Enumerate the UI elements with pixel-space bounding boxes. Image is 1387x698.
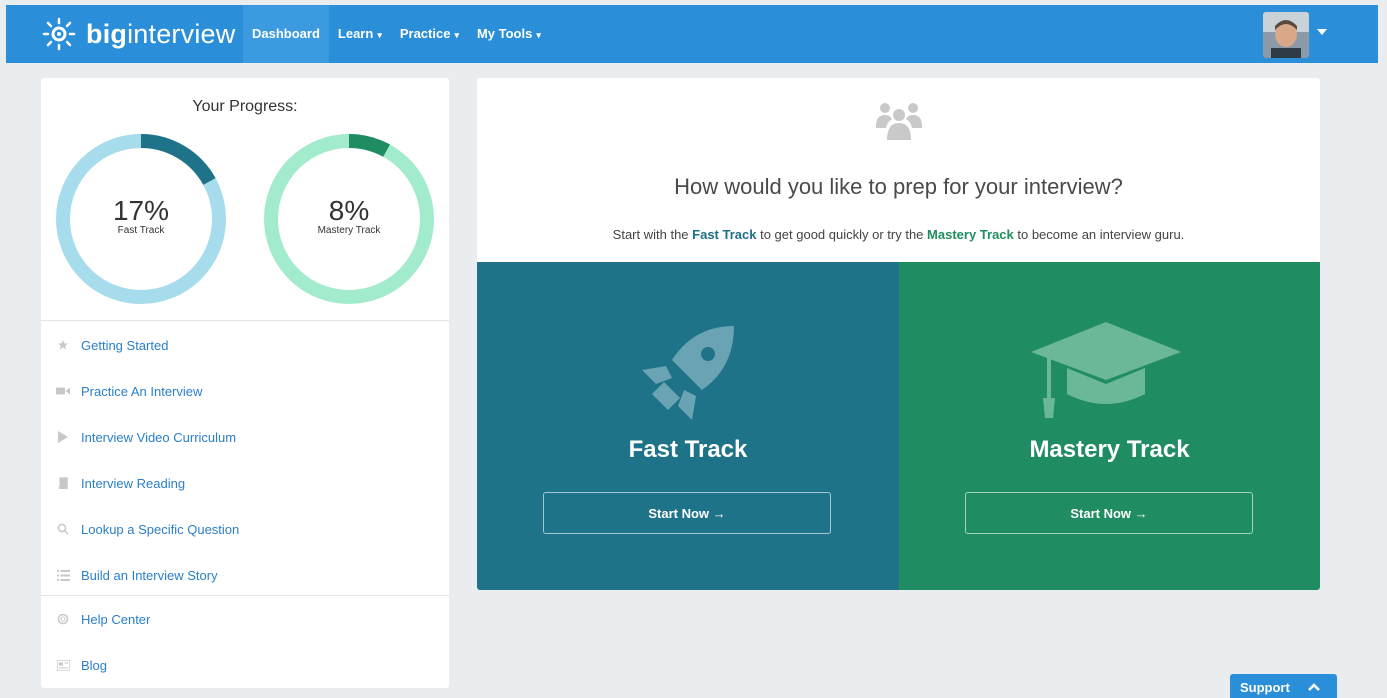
menu-item-build-story[interactable]: Build an Interview Story [41,552,449,598]
play-icon [41,431,81,443]
sun-logo-icon [40,17,78,51]
prep-subheadline: Start with the Fast Track to get good qu… [612,227,1185,242]
menu-item-getting-started[interactable]: Getting Started [41,322,449,368]
newspaper-icon [41,659,81,671]
menu-item-interview-reading[interactable]: Interview Reading [41,460,449,506]
mastery-track-progress-ring[interactable]: 8% Mastery Track [263,133,435,305]
caret-down-icon: ▾ [454,30,459,40]
menu-item-help-center[interactable]: Help Center [41,596,449,642]
rocket-icon [634,320,742,433]
menu-item-practice-interview[interactable]: Practice An Interview [41,368,449,414]
prep-panel: How would you like to prep for your inte… [477,78,1320,590]
star-icon [41,339,81,351]
support-label: Support [1240,680,1290,695]
caret-down-icon: ▾ [536,30,541,40]
biginterview-logo[interactable]: biginterview [40,17,235,51]
menu-item-blog[interactable]: Blog [41,642,449,688]
chevron-up-icon [1307,680,1320,695]
divider [41,320,449,321]
lifebuoy-icon [41,613,81,625]
book-icon [41,477,81,489]
caret-down-icon: ▾ [377,30,382,40]
menu-item-lookup-question[interactable]: Lookup a Specific Question [41,506,449,552]
fast-track-link-text: Fast Track [692,227,757,242]
nav-dashboard[interactable]: Dashboard [243,5,329,63]
nav-my-tools[interactable]: My Tools ▾ [468,5,550,63]
search-icon [41,523,81,535]
graduation-cap-icon [1031,322,1181,425]
fast-track-progress-ring[interactable]: 17% Fast Track [55,133,227,305]
fast-track-start-button[interactable]: Start Now → [543,492,831,534]
nav-learn[interactable]: Learn ▾ [329,5,391,63]
prep-headline: How would you like to prep for your inte… [674,174,1123,199]
user-avatar[interactable] [1263,12,1309,58]
progress-title: Your Progress: [192,98,298,115]
brand-name: biginterview [86,18,236,49]
menu-item-video-curriculum[interactable]: Interview Video Curriculum [41,414,449,460]
fast-track-card: Fast Track Start Now → [477,262,899,590]
group-icon [876,102,922,145]
mastery-track-label: Mastery Track [317,225,381,236]
support-button[interactable]: Support [1230,674,1337,698]
mastery-track-link-text: Mastery Track [927,227,1014,242]
list-icon [41,569,81,581]
mastery-track-percent: 8% [328,195,370,226]
nav-practice[interactable]: Practice ▾ [391,5,468,63]
main-nav: Dashboard Learn ▾ Practice ▾ My Tools ▾ [243,5,550,63]
fast-track-label: Fast Track [117,225,165,236]
fast-track-percent: 17% [112,195,170,226]
fast-track-title: Fast Track [628,436,748,463]
mastery-track-title: Mastery Track [1029,436,1190,463]
top-navbar: biginterview Dashboard Learn ▾ Practice ▾ … [6,5,1378,63]
progress-sidebar: Your Progress: 17% Fast Track 8% Mastery… [41,78,449,688]
video-camera-icon [41,386,81,396]
mastery-track-card: Mastery Track Start Now → [899,262,1320,590]
account-menu-caret-icon[interactable] [1317,29,1327,35]
mastery-track-start-button[interactable]: Start Now → [965,492,1253,534]
